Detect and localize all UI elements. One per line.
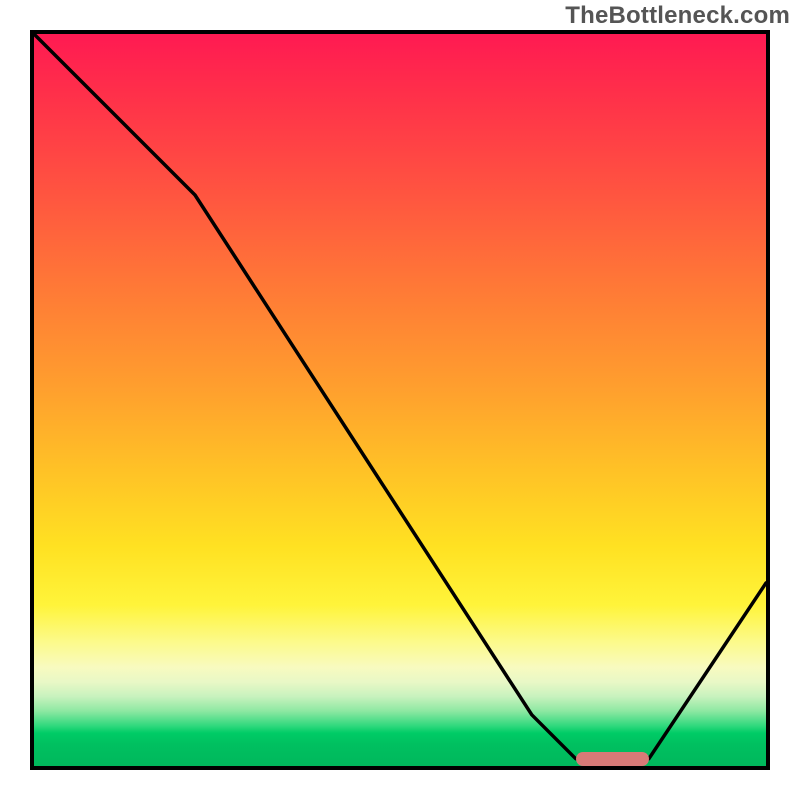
optimal-range-marker: [576, 752, 649, 766]
bottleneck-curve: [34, 34, 766, 766]
chart-container: TheBottleneck.com: [0, 0, 800, 800]
plot-area: [30, 30, 770, 770]
watermark-text: TheBottleneck.com: [565, 2, 790, 30]
